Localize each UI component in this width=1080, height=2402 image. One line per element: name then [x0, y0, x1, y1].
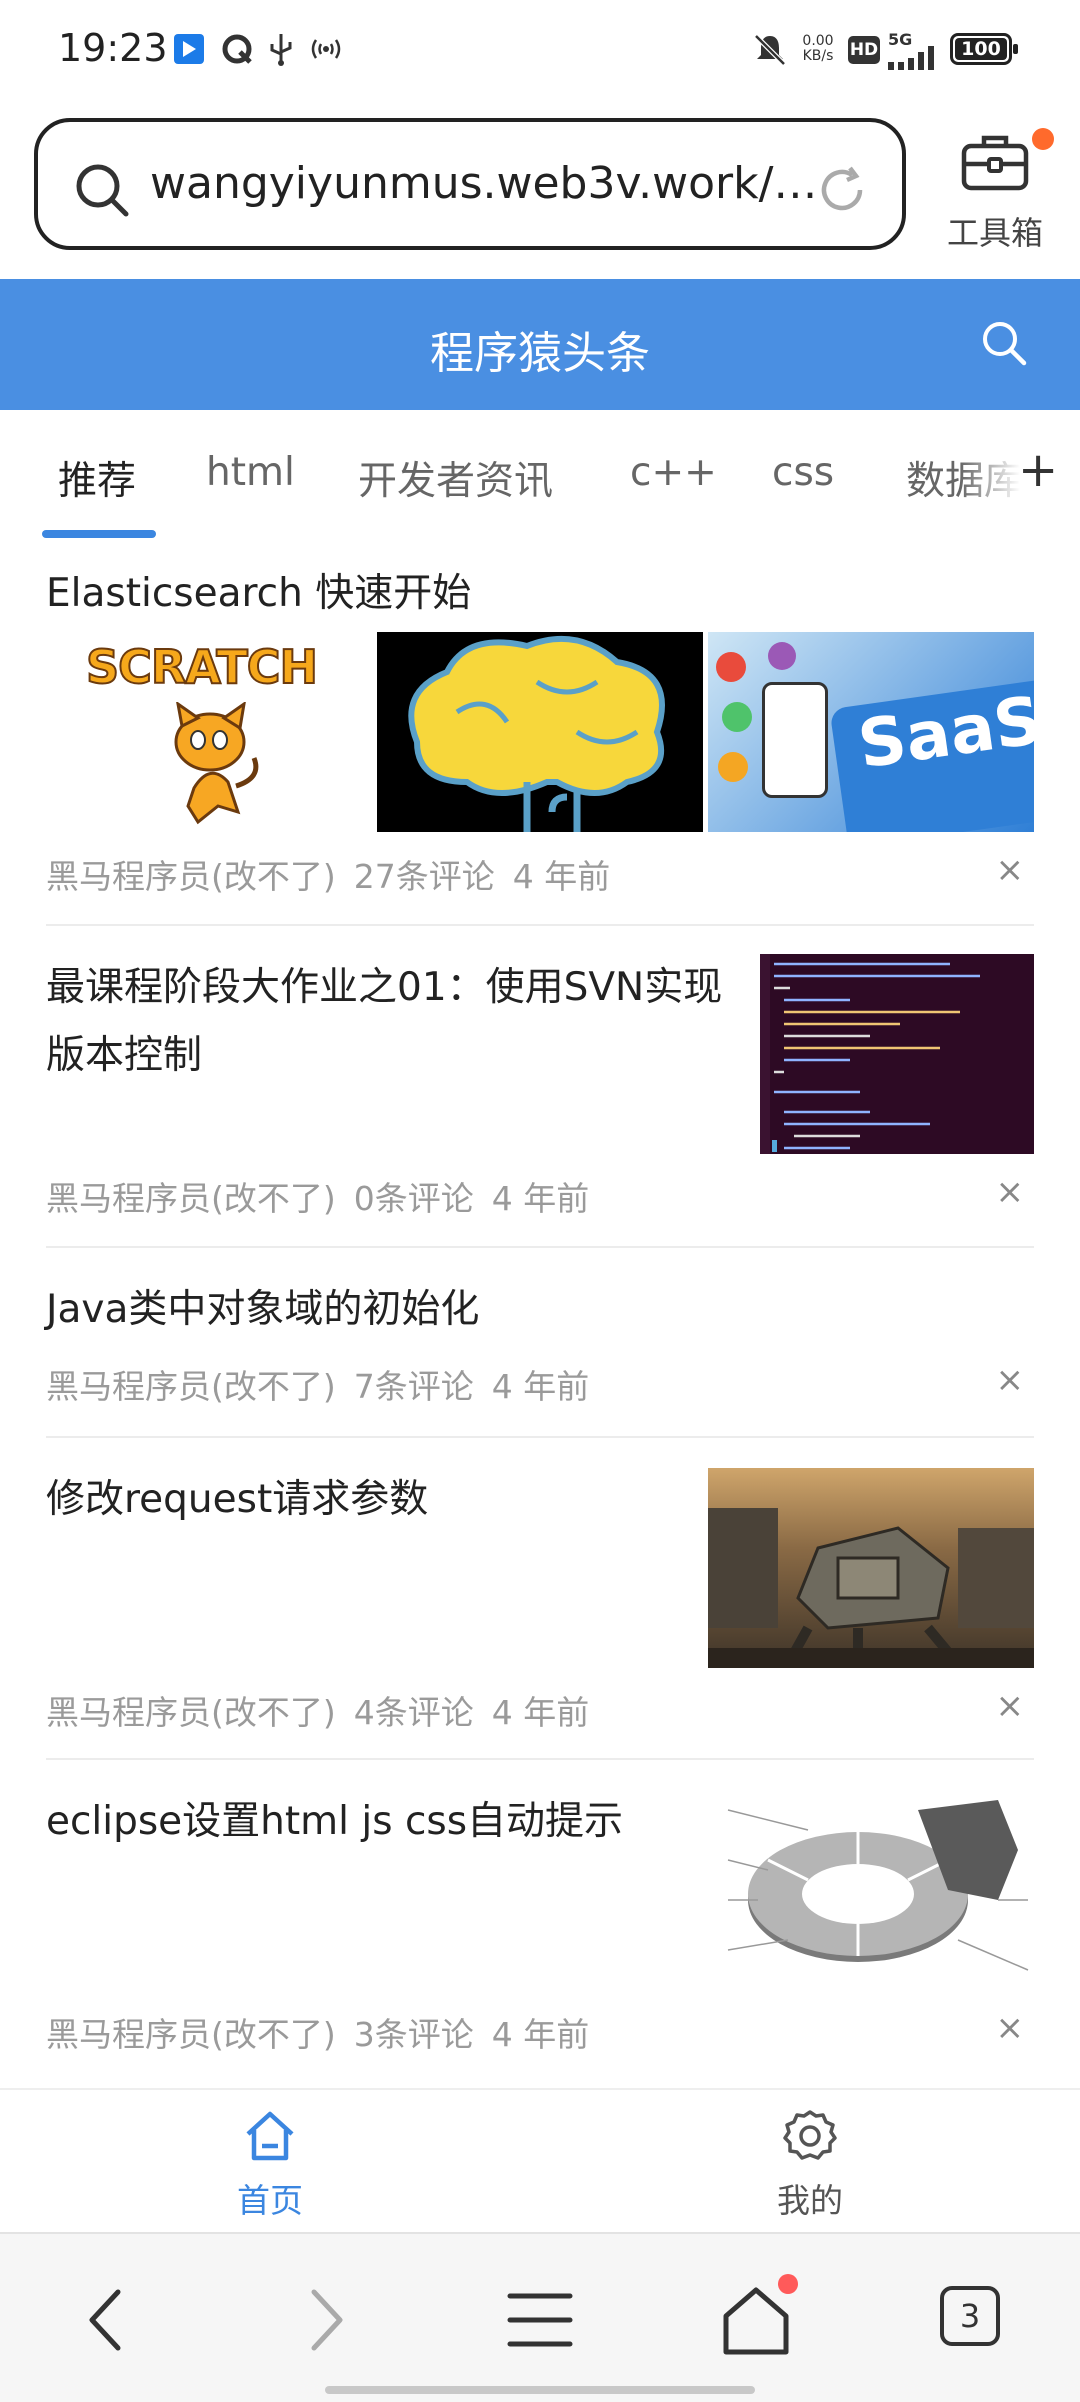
article-comments: 3条评论: [353, 2015, 474, 2054]
reload-icon[interactable]: [816, 164, 870, 218]
article-meta: 黑马程序员(改不了) 0条评论 4 年前: [46, 1172, 607, 1220]
dismiss-button[interactable]: ×: [996, 2008, 1025, 2048]
battery-level: 100: [955, 38, 1007, 60]
thumbnail-brain: [377, 632, 703, 832]
article-title[interactable]: 最课程阶段大作业之01：使用SVN实现版本控制: [46, 954, 746, 1090]
code-screenshot: [760, 954, 980, 1154]
battery-icon: 100: [950, 33, 1018, 65]
add-tab-button[interactable]: +: [1018, 442, 1058, 498]
tab-html[interactable]: html: [206, 450, 295, 495]
toolbox-button[interactable]: 工具箱: [940, 126, 1054, 256]
phone-illustration: [762, 682, 828, 798]
article-author: 黑马程序员(改不了): [46, 1367, 336, 1406]
site-header: 程序猿头条: [0, 279, 1080, 410]
article-comments: 7条评论: [353, 1367, 474, 1406]
toolbox-label: 工具箱: [946, 214, 1043, 252]
dismiss-button[interactable]: ×: [996, 1686, 1025, 1726]
article-comments: 0条评论: [353, 1179, 474, 1218]
mute-icon: [754, 34, 786, 66]
back-icon[interactable]: [68, 2280, 148, 2360]
article-title[interactable]: Elasticsearch 快速开始: [46, 560, 471, 628]
article-author: 黑马程序员(改不了): [46, 2015, 336, 2054]
tab-cpp[interactable]: c++: [630, 450, 717, 495]
net-speed-value: 0.00: [802, 33, 834, 49]
url-text[interactable]: wangyiyunmus.web3v.work/…: [150, 158, 817, 209]
dismiss-button[interactable]: ×: [996, 1360, 1025, 1400]
app-notification-icon: [174, 34, 204, 64]
article-title[interactable]: eclipse设置html js css自动提示: [46, 1788, 623, 1856]
article-meta: 黑马程序员(改不了) 7条评论 4 年前: [46, 1360, 607, 1408]
net-speed: 0.00 KB/s: [798, 34, 838, 64]
scratch-logo-text: SCRATCH: [85, 639, 319, 695]
thumbnail-scratch: SCRATCH: [46, 632, 372, 832]
thumbnail-ring-chart: [708, 1790, 1034, 1990]
nav-mine-label: 我的: [777, 2181, 843, 2220]
app-bottom-nav: 首页 我的: [0, 2088, 1080, 2234]
usb-icon: [270, 34, 292, 66]
dismiss-button[interactable]: ×: [996, 850, 1025, 890]
tab-css[interactable]: css: [772, 450, 834, 495]
tab-developer-news[interactable]: 开发者资讯: [358, 450, 553, 506]
article-meta: 黑马程序员(改不了) 3条评论 4 年前: [46, 2008, 607, 2056]
nav-mine[interactable]: 我的: [730, 2108, 890, 2222]
toolbox-icon: [961, 135, 1029, 191]
article-author: 黑马程序员(改不了): [46, 1693, 336, 1732]
net-speed-unit: KB/s: [802, 48, 834, 64]
article-time: 4 年前: [512, 857, 611, 896]
browser-bottom-bar: 3: [0, 2232, 1080, 2402]
tabs-switcher-button[interactable]: 3: [930, 2280, 1010, 2360]
site-title: 程序猿头条: [430, 328, 650, 379]
scratch-cat-icon: [174, 702, 259, 825]
article-item[interactable]: eclipse设置html js css自动提示 黑马程序员(改不了) 3条评论 4…: [0, 1760, 1080, 2086]
status-time: 19:23: [58, 26, 168, 70]
thumbnail-saas: SaaS: [708, 632, 1034, 832]
article-item[interactable]: Java类中对象域的初始化 黑马程序员(改不了) 7条评论 4 年前 ×: [0, 1248, 1080, 1438]
article-author: 黑马程序员(改不了): [46, 1179, 336, 1218]
settings-gear-icon: [783, 2110, 837, 2160]
tab-count: 3: [940, 2286, 1000, 2346]
nav-home[interactable]: 首页: [190, 2108, 350, 2222]
article-title[interactable]: Java类中对象域的初始化: [46, 1276, 479, 1344]
hotspot-icon: [311, 39, 341, 59]
article-time: 4 年前: [491, 1367, 590, 1406]
article-comments: 27条评论: [353, 857, 495, 896]
signal-icon: 5G: [888, 30, 940, 70]
site-search-icon[interactable]: [978, 317, 1030, 369]
notification-dot: [1032, 128, 1054, 150]
dismiss-button[interactable]: ×: [996, 1172, 1025, 1212]
article-comments: 4条评论: [353, 1693, 474, 1732]
article-meta: 黑马程序员(改不了) 4条评论 4 年前: [46, 1686, 607, 1734]
status-bar: 19:23 0.00 KB/s HD 5G 100: [0, 0, 1080, 100]
menu-icon[interactable]: [500, 2280, 580, 2360]
category-tabs: 推荐 html 开发者资讯 c++ css 数据库 +: [0, 410, 1080, 550]
article-author: 黑马程序员(改不了): [46, 857, 336, 896]
browser-notification-icon: [222, 34, 252, 64]
thumbnail-robot: [708, 1468, 1034, 1668]
article-item[interactable]: 最课程阶段大作业之01：使用SVN实现版本控制 黑马程序员(改不了) 0条评论 …: [0, 926, 1080, 1248]
hd-badge: HD: [848, 36, 880, 64]
article-item[interactable]: Elasticsearch 快速开始 SCRATCH SaaS 黑马程序员(改不…: [0, 560, 1080, 926]
article-time: 4 年前: [491, 1179, 590, 1218]
home-icon: [246, 2111, 294, 2161]
tab-recommend[interactable]: 推荐: [58, 450, 136, 506]
active-tab-indicator: [42, 530, 156, 538]
address-bar[interactable]: wangyiyunmus.web3v.work/…: [34, 118, 906, 250]
nav-home-label: 首页: [237, 2181, 303, 2220]
browser-home-button[interactable]: [716, 2274, 798, 2360]
ring-chart-illustration: [727, 1800, 1029, 1971]
home-indicator: [325, 2386, 755, 2394]
article-title[interactable]: 修改request请求参数: [46, 1466, 428, 1534]
thumbnail-code: [760, 954, 1034, 1154]
brain-illustration: [408, 635, 665, 832]
robot-illustration: [708, 1508, 1034, 1668]
article-item[interactable]: 修改request请求参数 黑马程序员(改不了) 4条评论 4 年前 ×: [0, 1438, 1080, 1760]
article-meta: 黑马程序员(改不了) 27条评论 4 年前: [46, 850, 628, 898]
article-time: 4 年前: [491, 2015, 590, 2054]
home-notification-dot: [778, 2274, 798, 2294]
forward-icon[interactable]: [284, 2280, 364, 2360]
search-icon: [76, 164, 129, 217]
article-time: 4 年前: [491, 1693, 590, 1732]
